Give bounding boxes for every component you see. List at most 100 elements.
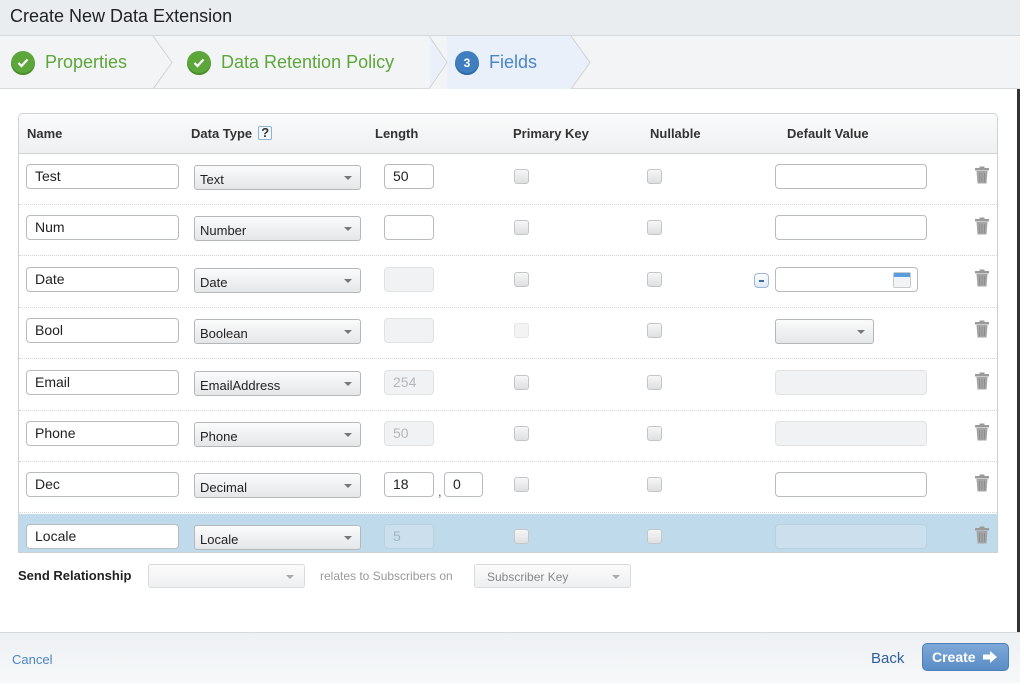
scale-input[interactable]: 0	[444, 472, 483, 498]
trash-icon[interactable]	[974, 320, 990, 338]
scale-separator: ,	[438, 484, 442, 500]
table-row[interactable]: Dec Decimal 18, 0	[19, 462, 997, 514]
nullable-checkbox[interactable]	[647, 477, 662, 493]
calendar-icon[interactable]	[893, 271, 911, 288]
header-length: Length	[375, 126, 419, 141]
subscriber-field-select[interactable]: Subscriber Key	[474, 564, 631, 588]
trash-icon[interactable]	[974, 269, 990, 287]
table-row[interactable]: Locale Locale 5	[19, 513, 997, 552]
header-name: Name	[27, 126, 63, 141]
default-value-input[interactable]	[775, 215, 927, 241]
primary-key-checkbox	[514, 323, 529, 339]
trash-icon[interactable]	[974, 474, 990, 492]
field-name-input[interactable]: Phone	[26, 421, 179, 446]
wizard-steps: Properties Data Retention Policy 3 Field…	[0, 36, 1020, 89]
data-type-value: Boolean	[200, 326, 248, 342]
step-label: Fields	[489, 52, 538, 72]
nullable-checkbox[interactable]	[647, 169, 662, 184]
primary-key-checkbox[interactable]	[514, 477, 529, 493]
trash-icon[interactable]	[974, 423, 990, 441]
nullable-checkbox[interactable]	[647, 271, 662, 287]
primary-key-checkbox[interactable]	[514, 220, 529, 236]
primary-key-checkbox[interactable]	[514, 374, 529, 390]
chevron-down-icon	[344, 484, 352, 489]
field-name-input[interactable]: Bool	[26, 318, 179, 344]
check-icon	[187, 50, 211, 75]
send-relationship-field-select[interactable]	[148, 564, 305, 588]
header-nullable: Nullable	[650, 126, 701, 141]
primary-key-checkbox[interactable]	[514, 169, 529, 184]
data-type-select[interactable]: Boolean	[194, 319, 361, 345]
default-value-input	[775, 369, 927, 395]
step-label: Properties	[45, 52, 128, 72]
default-date-input[interactable]	[775, 266, 918, 292]
clear-date-button[interactable]	[754, 272, 769, 288]
step-separator	[570, 36, 591, 89]
data-type-select[interactable]: Phone	[194, 422, 361, 447]
length-input[interactable]: 50	[384, 164, 434, 189]
table-row[interactable]: Phone Phone 50	[19, 411, 997, 462]
nullable-checkbox[interactable]	[647, 374, 662, 390]
table-row[interactable]: Bool Boolean	[19, 308, 997, 360]
dialog-titlebar: Create New Data Extension	[0, 0, 1020, 36]
step-fields[interactable]: 3 Fields	[428, 36, 591, 89]
nullable-checkbox[interactable]	[647, 528, 662, 544]
field-name-input[interactable]: Num	[26, 215, 179, 241]
field-name-input[interactable]: Date	[26, 266, 179, 292]
nullable-checkbox[interactable]	[647, 220, 662, 236]
data-type-value: Number	[200, 223, 247, 239]
length-input	[384, 266, 434, 292]
chevron-down-icon	[344, 433, 352, 437]
create-button[interactable]: Create	[922, 643, 1009, 671]
step-separator	[428, 36, 448, 89]
table-row[interactable]: Num Number	[19, 205, 997, 257]
primary-key-checkbox[interactable]	[514, 271, 529, 287]
length-input[interactable]	[384, 215, 434, 241]
header-data-type: Data Type?	[191, 126, 273, 141]
data-type-select[interactable]: Decimal	[194, 473, 361, 499]
table-row[interactable]: Email EmailAddress 254	[19, 360, 997, 411]
field-name-input[interactable]: Locale	[26, 523, 179, 549]
table-row[interactable]: Test Text 50	[19, 154, 997, 205]
field-name-input[interactable]: Test	[26, 164, 179, 189]
primary-key-checkbox[interactable]	[514, 426, 529, 441]
data-type-value: Date	[200, 274, 228, 290]
nullable-checkbox[interactable]	[647, 323, 662, 339]
nullable-checkbox[interactable]	[647, 426, 662, 441]
chevron-down-icon	[344, 227, 352, 232]
data-type-value: Text	[200, 172, 224, 187]
field-name-input[interactable]: Dec	[26, 472, 179, 498]
chevron-down-icon	[612, 575, 620, 579]
trash-icon[interactable]	[974, 217, 990, 235]
default-value-input	[775, 523, 927, 549]
table-row[interactable]: Date Date	[19, 257, 997, 308]
field-name-input[interactable]: Email	[26, 369, 179, 395]
help-icon[interactable]: ?	[258, 126, 273, 140]
cancel-link[interactable]: Cancel	[12, 652, 52, 667]
default-value-input[interactable]	[775, 164, 927, 189]
default-value-select[interactable]	[775, 319, 874, 345]
relates-to-text: relates to Subscribers on	[320, 569, 453, 583]
step-properties[interactable]: Properties	[0, 36, 173, 89]
data-type-select[interactable]: Locale	[194, 524, 361, 550]
data-type-value: Phone	[200, 429, 238, 444]
chevron-down-icon	[344, 330, 352, 335]
length-input[interactable]: 18	[384, 472, 434, 498]
arrow-right-icon	[983, 651, 997, 663]
default-value-input	[775, 421, 927, 446]
data-type-select[interactable]: Number	[194, 216, 361, 242]
data-type-select[interactable]: Text	[194, 165, 361, 190]
default-value-input[interactable]	[775, 472, 927, 498]
trash-icon[interactable]	[974, 526, 990, 544]
data-type-select[interactable]: Date	[194, 267, 361, 293]
chevron-down-icon	[286, 575, 294, 579]
data-type-select[interactable]: EmailAddress	[194, 370, 361, 396]
step-number-icon: 3	[455, 50, 479, 75]
chevron-down-icon	[344, 535, 352, 540]
dialog-title: Create New Data Extension	[10, 6, 233, 26]
trash-icon[interactable]	[974, 372, 990, 390]
trash-icon[interactable]	[974, 166, 990, 184]
back-link[interactable]: Back	[871, 650, 904, 667]
primary-key-checkbox[interactable]	[514, 528, 529, 544]
step-data-retention[interactable]: Data Retention Policy	[160, 36, 430, 89]
